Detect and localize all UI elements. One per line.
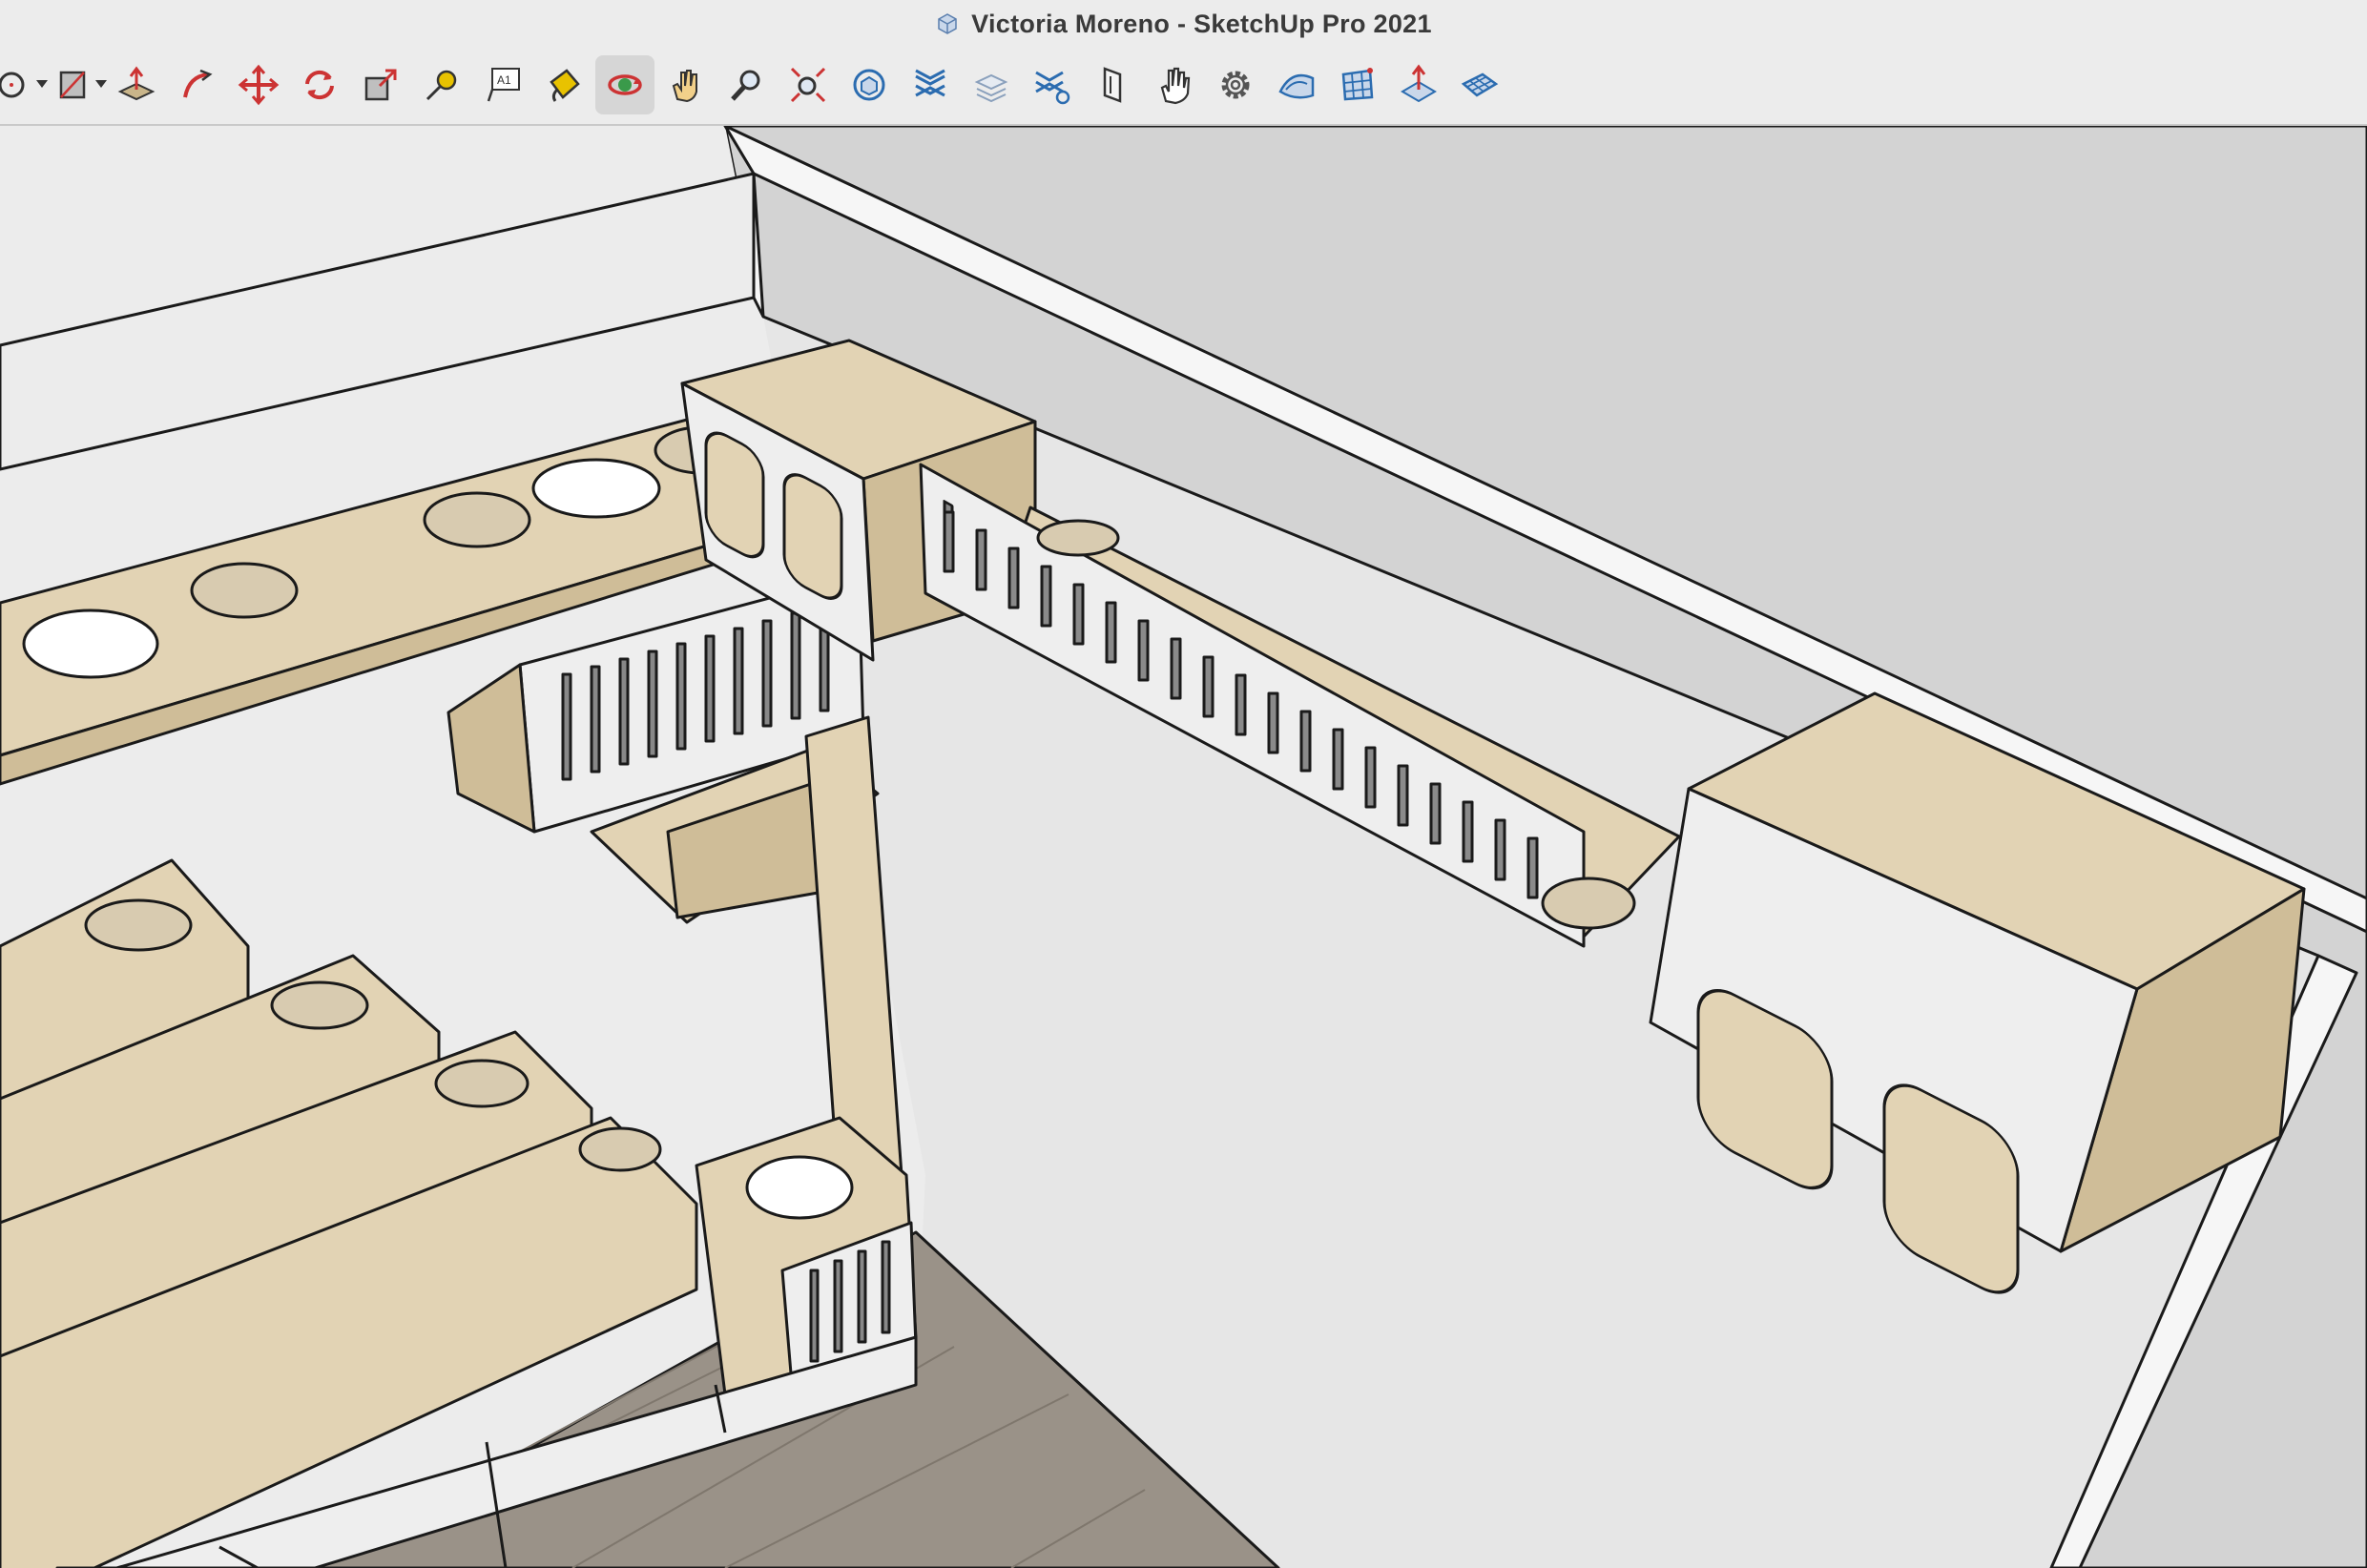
shelf-hole-2 [531, 458, 661, 519]
sketchup-icon [938, 13, 957, 34]
section-plane-tool[interactable] [1084, 55, 1143, 114]
bridge-slot [1364, 746, 1377, 809]
bridge-slot [1462, 800, 1474, 863]
bridge-slot [1235, 673, 1247, 736]
move-tool[interactable] [229, 55, 288, 114]
follow-me-tool[interactable] [168, 55, 227, 114]
push-pull-tool[interactable] [107, 55, 166, 114]
bridge-slot [1332, 728, 1344, 791]
bridge-slot [1137, 619, 1150, 682]
3d-warehouse-tool[interactable] [840, 55, 899, 114]
paint-bucket-tool[interactable] [534, 55, 593, 114]
circle-tool[interactable] [0, 55, 48, 114]
bridge-slot [1040, 565, 1052, 628]
rectangle-icon [59, 71, 86, 99]
scale-tool[interactable] [351, 55, 410, 114]
orbit-tool[interactable] [595, 55, 654, 114]
3d-viewport[interactable] [0, 126, 2367, 1568]
interact-tool[interactable] [1145, 55, 1204, 114]
push-pull-icon [117, 66, 156, 101]
warehouse-icon [853, 69, 885, 101]
cushion-4 [84, 898, 193, 952]
sandbox-scratch-icon [1341, 68, 1374, 101]
bridge-slot [975, 528, 987, 591]
zoom-extents-tool[interactable] [779, 55, 838, 114]
bridge-hole-1 [1036, 519, 1120, 557]
bridge-slot [1526, 836, 1539, 899]
layers-icon [974, 73, 1008, 103]
svg-text:A1: A1 [497, 73, 511, 87]
rotated-rectangle-tool[interactable] [46, 55, 107, 114]
settings-tool[interactable] [1206, 55, 1265, 114]
sandbox-contours-icon [1278, 73, 1315, 99]
bridge-slot [1007, 547, 1020, 609]
cushion-6 [434, 1059, 529, 1108]
bridge-slot [1494, 818, 1506, 881]
bridge-slot [1267, 691, 1279, 754]
text-tool[interactable]: A1 [473, 55, 532, 114]
shelf-hole-1 [22, 609, 159, 679]
gear-icon [1221, 71, 1250, 99]
drape-icon [1461, 72, 1499, 97]
shelf-hole-3 [745, 1155, 854, 1220]
extension-icon [915, 69, 945, 97]
bridge-slot [1202, 655, 1215, 718]
tape-measure-icon [426, 70, 457, 101]
zoom-icon [731, 70, 760, 101]
cushion-7 [578, 1126, 662, 1172]
model-scene [0, 126, 2367, 1568]
bridge-hole-2 [1541, 877, 1636, 930]
bridge-slot [943, 510, 955, 573]
bridge-slot [1072, 583, 1085, 646]
cushion-5 [270, 980, 369, 1030]
pan-hand-icon [672, 70, 697, 103]
scale-icon [364, 69, 397, 101]
tape-measure-tool[interactable] [412, 55, 471, 114]
bridge-slot [1397, 764, 1409, 827]
circle-icon [0, 72, 25, 98]
zoom-extents-icon [790, 67, 826, 103]
sandbox-from-contours-tool[interactable] [1267, 55, 1326, 114]
cushion-2 [423, 491, 531, 548]
rotate-tool[interactable] [290, 55, 349, 114]
extension-manager-icon [1035, 71, 1070, 105]
orbit-icon [608, 74, 642, 95]
bridge-slot [1170, 637, 1182, 700]
move-icon [238, 64, 280, 106]
layers-tool[interactable] [962, 55, 1021, 114]
sandbox-drape-tool[interactable] [1450, 55, 1509, 114]
sandbox-smoove-tool[interactable] [1389, 55, 1448, 114]
text-icon: A1 [487, 68, 520, 102]
bridge-slot [1105, 601, 1117, 664]
zoom-tool[interactable] [717, 55, 777, 114]
cushion-1 [190, 562, 299, 619]
toolbar: A1 [0, 48, 2367, 126]
extension-manager-tool[interactable] [1023, 55, 1082, 114]
extension-warehouse-tool[interactable] [901, 55, 960, 114]
title-bar: Victoria Moreno - SketchUp Pro 2021 [0, 0, 2367, 48]
hand-icon [1160, 67, 1191, 105]
bridge-slot [1429, 782, 1442, 845]
window-title: Victoria Moreno - SketchUp Pro 2021 [971, 9, 1432, 38]
pan-tool[interactable] [656, 55, 716, 114]
smoove-icon [1401, 64, 1437, 103]
follow-me-icon [183, 69, 213, 98]
sandbox-from-scratch-tool[interactable] [1328, 55, 1387, 114]
rotate-icon [305, 70, 334, 100]
section-plane-icon [1103, 67, 1122, 103]
paint-bucket-icon [550, 69, 580, 102]
bridge-slot [1299, 710, 1312, 773]
